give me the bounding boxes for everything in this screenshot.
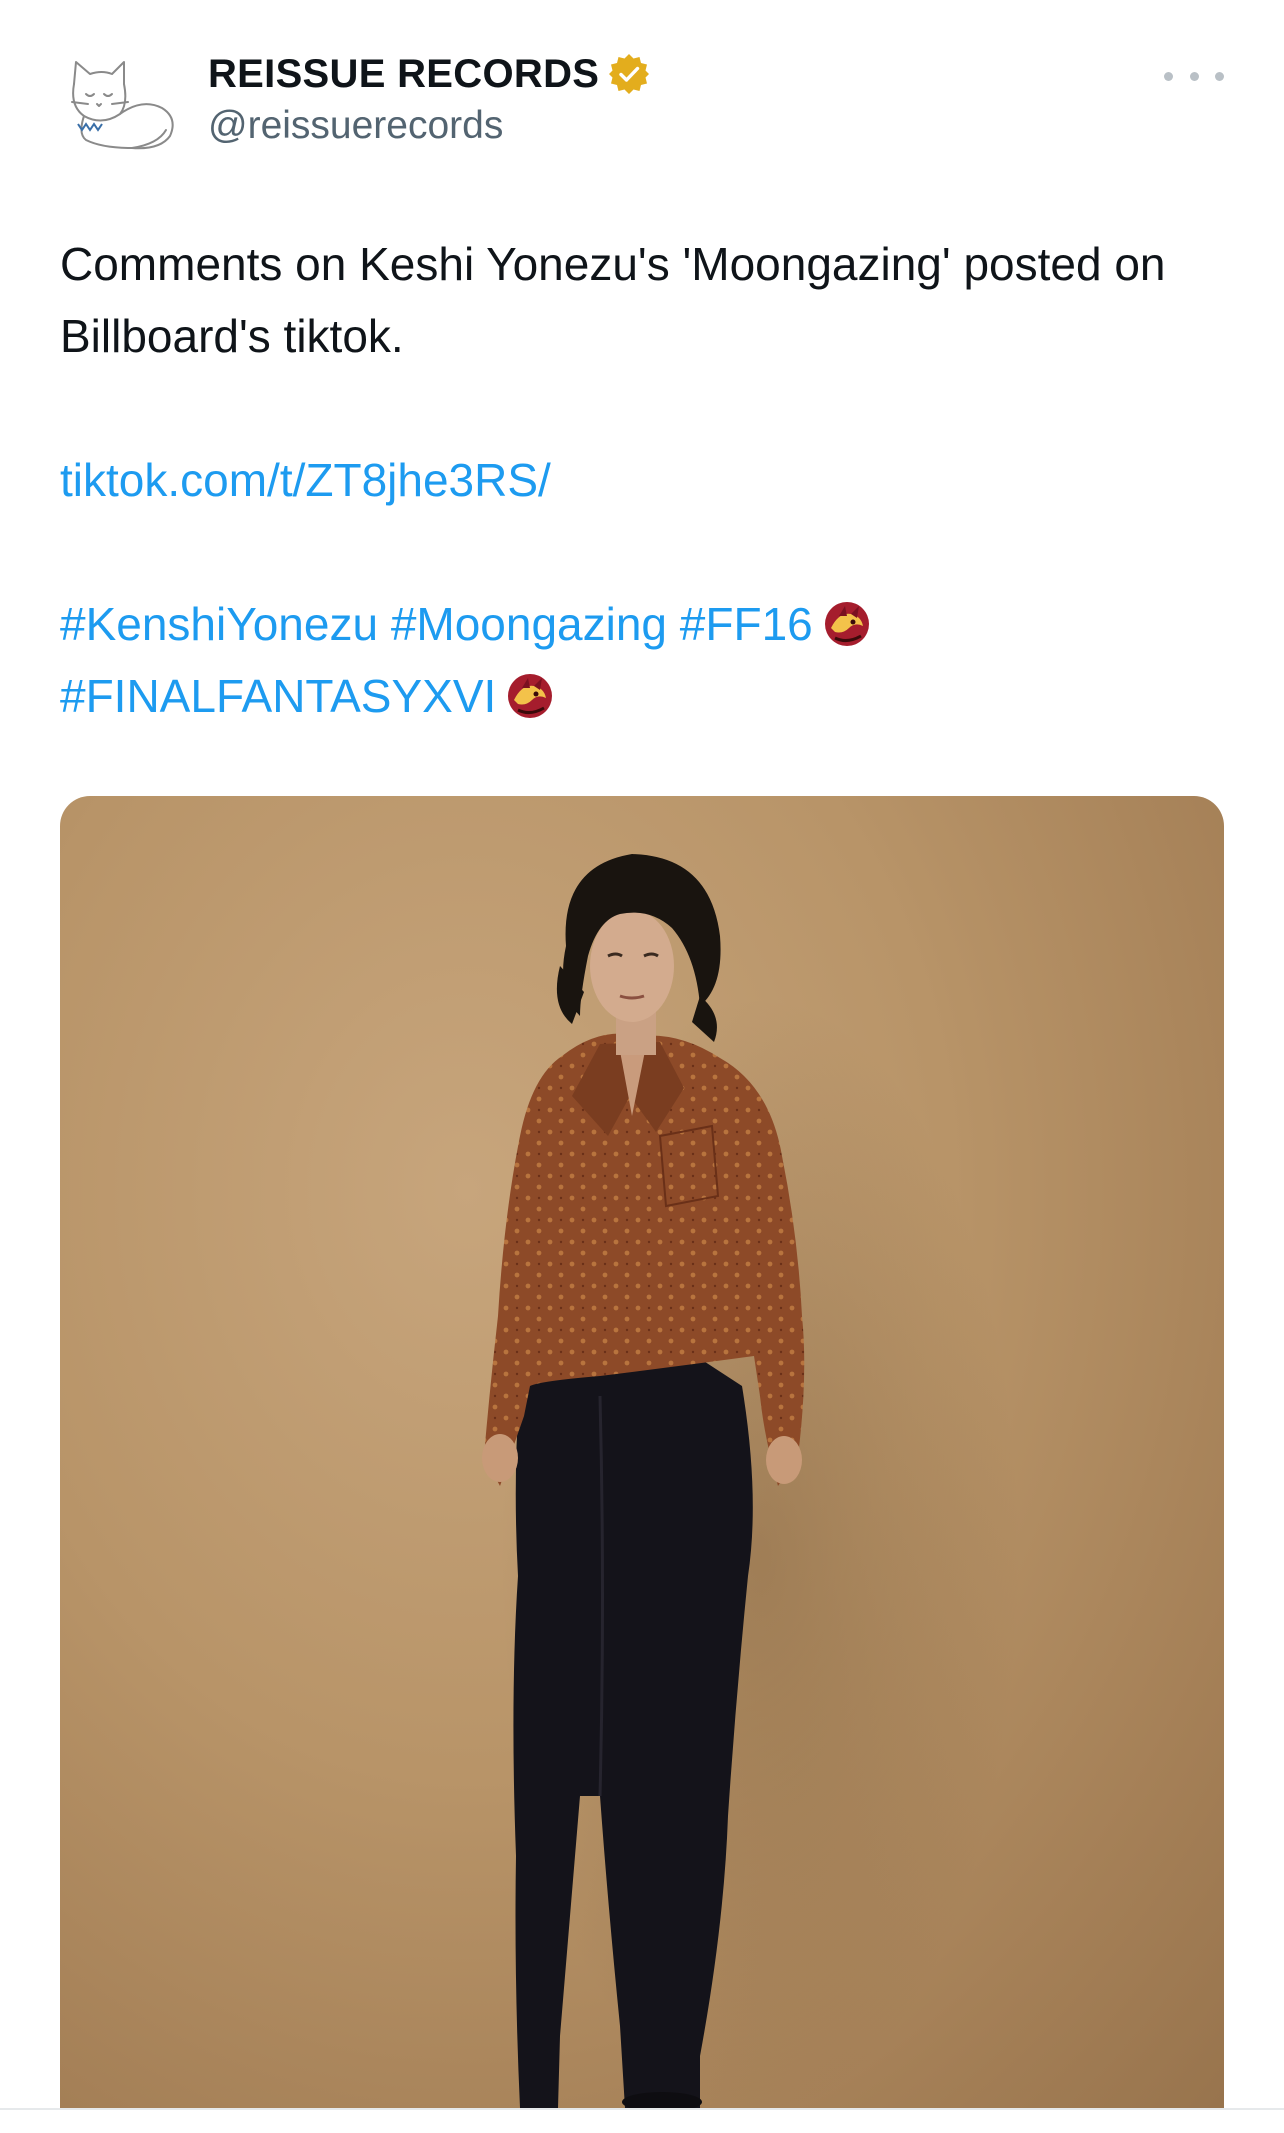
handle[interactable]: @reissuerecords bbox=[208, 104, 651, 148]
hashtag-moongazing[interactable]: #Moongazing bbox=[391, 598, 667, 650]
display-name[interactable]: REISSUE RECORDS bbox=[208, 52, 599, 97]
dot-icon bbox=[1189, 71, 1199, 81]
cat-icon bbox=[71, 61, 174, 150]
hashtag-row: #FINALFANTASYXVI bbox=[60, 660, 1220, 732]
hashtag-row: #KenshiYonezu #Moongazing #FF16 bbox=[60, 588, 1220, 660]
tweet-text: Comments on Keshi Yonezu's 'Moongazing' … bbox=[60, 228, 1220, 732]
dot-icon bbox=[1215, 71, 1224, 81]
dragon-emoji-icon bbox=[504, 670, 556, 722]
author-info[interactable]: REISSUE RECORDS @reissuerecords bbox=[208, 48, 651, 148]
tweet-body: Comments on Keshi Yonezu's 'Moongazing' … bbox=[60, 238, 1166, 362]
hashtag-ff16[interactable]: #FF16 bbox=[680, 598, 813, 650]
hashtag-kenshiyonezu[interactable]: #KenshiYonezu bbox=[60, 598, 378, 650]
divider bbox=[0, 2108, 1284, 2110]
verified-badge-icon bbox=[607, 52, 651, 96]
dragon-emoji-icon bbox=[821, 598, 873, 650]
tiktok-link[interactable]: tiktok.com/t/ZT8jhe3RS/ bbox=[60, 454, 551, 506]
person-photo-illustration bbox=[482, 854, 1020, 2108]
dot-icon bbox=[1164, 71, 1173, 81]
hashtag-finalfantasyxvi[interactable]: #FINALFANTASYXVI bbox=[60, 670, 496, 722]
more-options-button[interactable] bbox=[1164, 56, 1224, 96]
tweet-photo[interactable] bbox=[60, 796, 1224, 2108]
avatar[interactable] bbox=[62, 54, 182, 154]
